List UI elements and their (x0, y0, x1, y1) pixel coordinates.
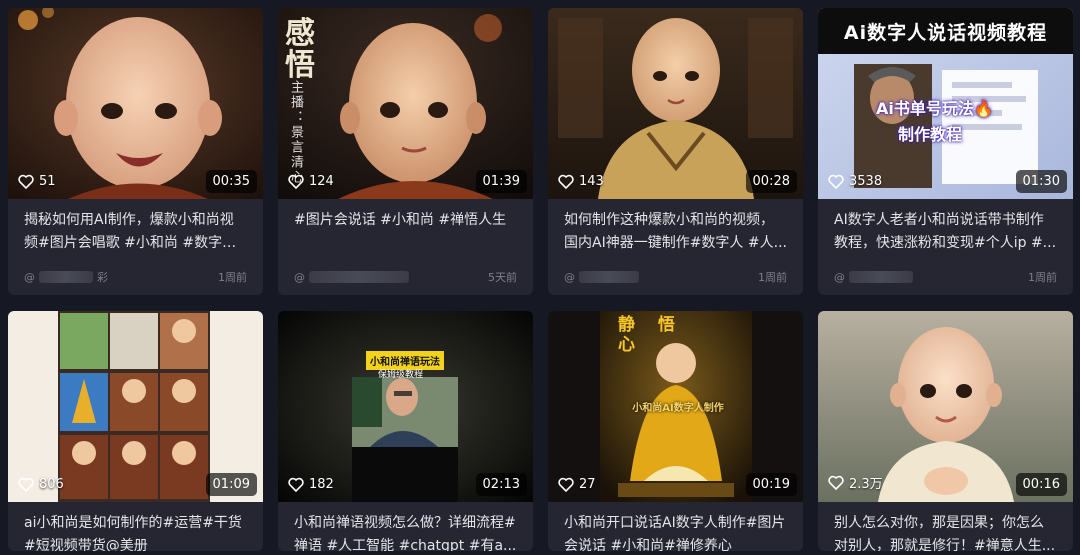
author-at: @ (564, 270, 575, 284)
author-suffix: 彩 (97, 271, 108, 284)
video-title[interactable]: ai小和尚是如何制作的#运营#干货#短视频带货@美册 (8, 502, 263, 551)
video-card[interactable]: 806 01:09 ai小和尚是如何制作的#运营#干货#短视频带货@美册 (8, 311, 263, 551)
like-count: 143 (558, 174, 604, 189)
author-at: @ (294, 270, 305, 284)
heart-icon (288, 174, 304, 189)
video-title[interactable]: #图片会说话 #小和尚 #禅悟人生 (278, 199, 533, 255)
like-count-value: 182 (309, 477, 334, 492)
author[interactable]: @ 彩 (24, 269, 108, 285)
duration-badge: 00:19 (745, 473, 797, 496)
author-name-blurred (579, 271, 639, 283)
author-at: @ (834, 270, 845, 284)
duration-badge: 02:13 (475, 473, 527, 496)
overlay-anchor-text: 主播：景言清心 (288, 80, 303, 185)
like-count-value: 806 (39, 477, 64, 492)
overlay-subtitle-line2: 制作教程 (898, 125, 963, 144)
video-card[interactable]: 感悟 主播：景言清心 124 01:39 #图片会说话 #小和尚 #禅悟人生 @… (278, 8, 533, 295)
duration-badge: 00:35 (205, 170, 257, 193)
video-grid: 51 00:35 揭秘如何用AI制作，爆款小和尚视频#图片会唱歌 #小和尚 #数… (8, 8, 1073, 551)
video-title[interactable]: AI数字人老者小和尚说话带书制作教程，快速涨粉和变现#个人ip #... (818, 199, 1073, 255)
like-count-value: 51 (39, 174, 56, 189)
author-at: @ (24, 270, 35, 284)
overlay-calligraphy: 感悟 (285, 16, 315, 83)
author[interactable]: @ (294, 271, 409, 284)
overlay-caption: 小和尚AI数字人制作 (632, 403, 724, 414)
overlay-banner: Ai数字人说话视频教程 (818, 8, 1073, 54)
video-title[interactable]: 如何制作这种爆款小和尚的视频，国内AI神器一键制作#数字人 #人... (548, 199, 803, 255)
video-card[interactable]: 51 00:35 揭秘如何用AI制作，爆款小和尚视频#图片会唱歌 #小和尚 #数… (8, 8, 263, 295)
heart-icon (828, 475, 844, 490)
video-card[interactable]: 静 悟心 小和尚AI数字人制作 27 00:19 小和尚开口说话AI数字人制作#… (548, 311, 803, 551)
like-count: 124 (288, 174, 334, 189)
duration-badge: 01:30 (1015, 170, 1067, 193)
video-thumbnail[interactable]: 143 00:28 (548, 8, 803, 199)
like-count: 27 (558, 477, 596, 492)
video-title[interactable]: 揭秘如何用AI制作，爆款小和尚视频#图片会唱歌 #小和尚 #数字人... (8, 199, 263, 255)
duration-badge: 00:28 (745, 170, 797, 193)
video-meta: @ 1周前 (834, 269, 1057, 285)
heart-icon (828, 174, 844, 189)
video-meta: @ 1周前 (564, 269, 787, 285)
duration-badge: 01:39 (475, 170, 527, 193)
video-card[interactable]: 143 00:28 如何制作这种爆款小和尚的视频，国内AI神器一键制作#数字人 … (548, 8, 803, 295)
heart-icon (18, 477, 34, 492)
overlay-subtitle-line1: Ai书单号玩法🔥 (876, 99, 994, 118)
heart-icon (288, 477, 304, 492)
video-title[interactable]: 别人怎么对你，那是因果；你怎么对别人，那就是修行！#禅意人生... (818, 502, 1073, 551)
author-name-blurred (849, 271, 913, 283)
like-count: 51 (18, 174, 56, 189)
like-count: 806 (18, 477, 64, 492)
like-count: 2.3万 (828, 473, 883, 492)
publish-time: 1周前 (218, 271, 247, 284)
heart-icon (558, 477, 574, 492)
like-count: 182 (288, 477, 334, 492)
publish-time: 5天前 (488, 271, 517, 284)
video-card[interactable]: 小和尚禅语玩法 保姆级教程 182 02:13 小和尚禅语视频怎么做？详细流程#… (278, 311, 533, 551)
author[interactable]: @ (564, 271, 639, 284)
overlay-subtitle: Ai书单号玩法🔥 制作教程 (876, 96, 994, 148)
author-name-blurred (309, 271, 409, 283)
like-count-value: 143 (579, 174, 604, 189)
video-card[interactable]: Ai数字人说话视频教程 Ai书单号玩法🔥 制作教程 3538 01:30 AI数… (818, 8, 1073, 295)
author[interactable]: @ (834, 271, 913, 284)
video-thumbnail[interactable]: 静 悟心 小和尚AI数字人制作 27 00:19 (548, 311, 803, 502)
like-count-value: 124 (309, 174, 334, 189)
video-title[interactable]: 小和尚开口说话AI数字人制作#图片会说话 #小和尚#禅修养心 (548, 502, 803, 551)
publish-time: 1周前 (1028, 271, 1057, 284)
video-thumbnail[interactable]: 2.3万 00:16 (818, 311, 1073, 502)
duration-badge: 00:16 (1015, 473, 1067, 496)
video-title[interactable]: 小和尚禅语视频怎么做？详细流程#禅语 #人工智能 #chatgpt #有a... (278, 502, 533, 551)
video-thumbnail[interactable]: Ai数字人说话视频教程 Ai书单号玩法🔥 制作教程 3538 01:30 (818, 8, 1073, 199)
like-count-value: 2.3万 (849, 477, 883, 492)
duration-badge: 01:09 (205, 473, 257, 496)
video-meta: @ 5天前 (294, 269, 517, 285)
overlay-calligraphy: 静 悟心 (618, 315, 675, 355)
heart-icon (18, 174, 34, 189)
like-count: 3538 (828, 174, 882, 189)
video-card[interactable]: 2.3万 00:16 别人怎么对你，那是因果；你怎么对别人，那就是修行！#禅意人… (818, 311, 1073, 551)
author-name-blurred (39, 271, 93, 283)
like-count-value: 3538 (849, 174, 883, 189)
video-meta: @ 彩 1周前 (24, 269, 247, 285)
heart-icon (558, 174, 574, 189)
publish-time: 1周前 (758, 271, 787, 284)
like-count-value: 27 (579, 477, 596, 492)
overlay-sublabel: 保姆级教程 (378, 370, 424, 380)
video-thumbnail[interactable]: 感悟 主播：景言清心 124 01:39 (278, 8, 533, 199)
video-thumbnail[interactable]: 51 00:35 (8, 8, 263, 199)
video-thumbnail[interactable]: 806 01:09 (8, 311, 263, 502)
video-thumbnail[interactable]: 小和尚禅语玩法 保姆级教程 182 02:13 (278, 311, 533, 502)
